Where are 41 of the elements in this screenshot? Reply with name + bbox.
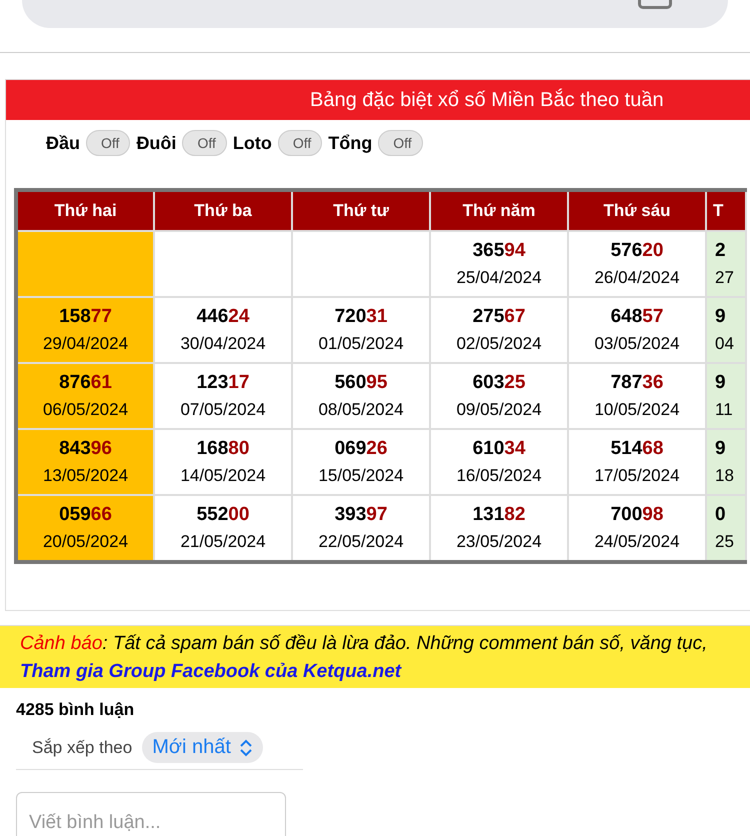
table-cell: 27567 02/05/2024 bbox=[430, 297, 568, 363]
table-cell: 44624 30/04/2024 bbox=[154, 297, 292, 363]
table-cell: 84396 13/05/2024 bbox=[16, 429, 154, 495]
table-cell: 06926 15/05/2024 bbox=[292, 429, 430, 495]
table-cell: 05966 20/05/2024 bbox=[16, 495, 154, 562]
toggle-label: Đầu bbox=[46, 132, 80, 154]
table-cell: 60325 09/05/2024 bbox=[430, 363, 568, 429]
table-cell: 87661 06/05/2024 bbox=[16, 363, 154, 429]
toggle-switch[interactable]: Off bbox=[278, 130, 322, 156]
column-header: Thứ sáu bbox=[568, 190, 706, 231]
column-header: Thứ ba bbox=[154, 190, 292, 231]
comment-count: 4285 bình luận bbox=[15, 699, 136, 720]
column-header: Thứ hai bbox=[16, 190, 154, 231]
table-cell: 36594 25/04/2024 bbox=[430, 231, 568, 297]
table-cell: 9 18 bbox=[706, 429, 746, 495]
table-cell: 56095 08/05/2024 bbox=[292, 363, 430, 429]
table-cell: 0 25 bbox=[706, 495, 746, 562]
comment-input[interactable]: Viết bình luận... bbox=[16, 792, 286, 836]
column-header: Thứ năm bbox=[430, 190, 568, 231]
toggle-switch[interactable]: Off bbox=[378, 130, 423, 156]
column-header: Thứ tư bbox=[292, 190, 430, 231]
table-cell: 2 27 bbox=[706, 231, 746, 297]
toggle-label: Loto bbox=[232, 132, 272, 154]
table-cell: 12317 07/05/2024 bbox=[154, 363, 292, 429]
toggle-switch[interactable]: Off bbox=[86, 130, 130, 156]
toggle-label: Đuôi bbox=[136, 132, 176, 154]
table-cell: 72031 01/05/2024 bbox=[292, 297, 430, 363]
table-cell: 61034 16/05/2024 bbox=[430, 429, 568, 495]
table-cell: 16880 14/05/2024 bbox=[154, 429, 292, 495]
table-cell: 15877 29/04/2024 bbox=[16, 297, 154, 363]
toggle-switch[interactable]: Off bbox=[182, 130, 227, 156]
column-header: T bbox=[706, 190, 746, 231]
sort-dropdown[interactable]: Mới nhất bbox=[142, 732, 263, 763]
table-cell: 9 04 bbox=[706, 297, 746, 363]
toggle-label: Tổng bbox=[328, 132, 372, 154]
table-cell: 9 11 bbox=[706, 363, 746, 429]
warning-text: Cảnh báo: Tất cả spam bán số đều là lừa đảo. Những comment bán số, văng tục, bbox=[20, 632, 708, 656]
chevron-icon bbox=[238, 738, 253, 756]
group-link[interactable]: Tham gia Group Facebook của Ketqua.net bbox=[20, 661, 402, 682]
section-title: Bảng đặc biệt xổ số Miền Bắc theo tuần bbox=[6, 80, 750, 120]
sort-label: Sắp xếp theo bbox=[32, 738, 132, 758]
